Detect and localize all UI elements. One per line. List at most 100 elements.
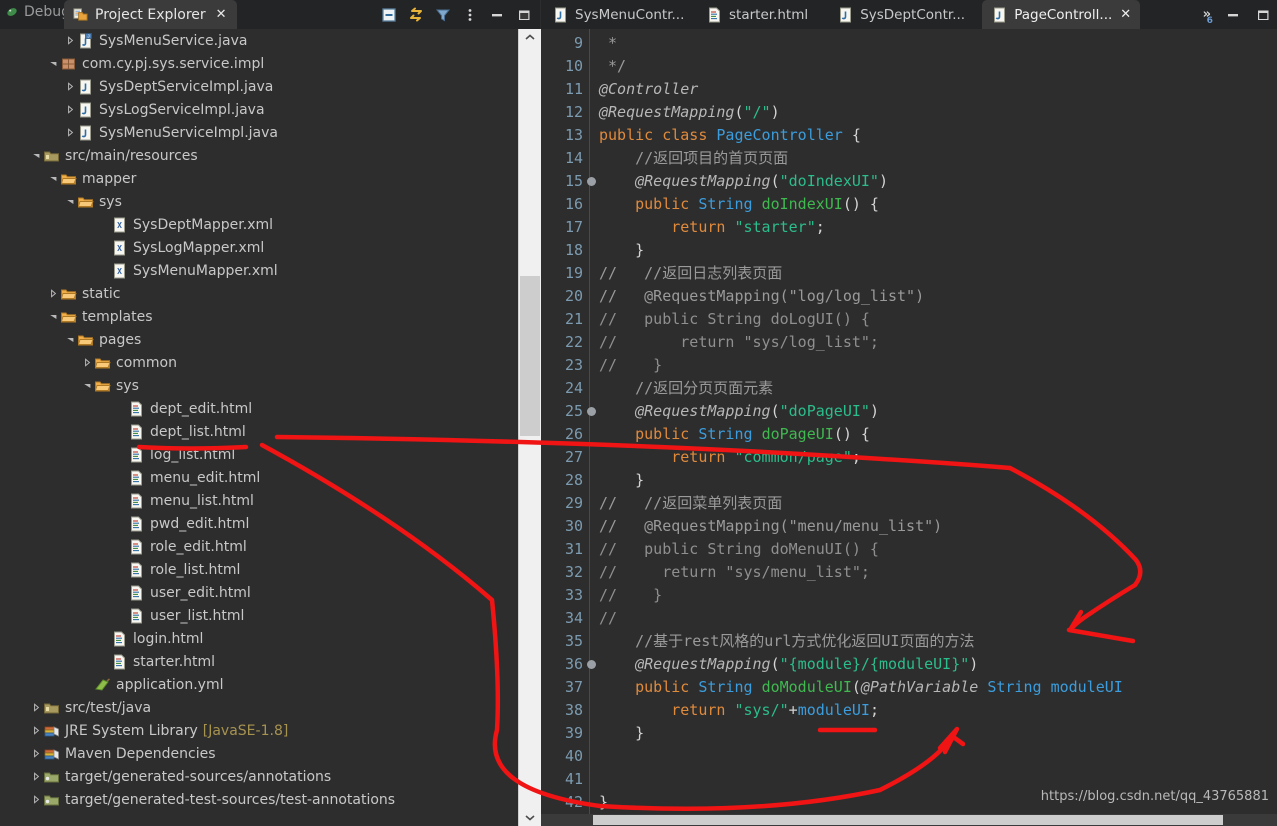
editor-tab[interactable]: PageControll... ✕	[982, 0, 1141, 29]
hscroll-thumb[interactable]	[593, 815, 1223, 825]
code-line[interactable]: }	[599, 722, 644, 745]
chevron-down-icon[interactable]	[81, 374, 93, 397]
code-line[interactable]: // public String doLogUI() {	[599, 308, 870, 331]
tree-item[interactable]: role_list.html	[0, 558, 518, 581]
tree-item[interactable]: X SysMenuMapper.xml	[0, 259, 518, 282]
tree-item[interactable]: starter.html	[0, 650, 518, 673]
code-line[interactable]: public String doPageUI() {	[599, 423, 870, 446]
tree-item[interactable]: J SysMenuService.java	[0, 29, 518, 52]
code-line[interactable]: public class PageController {	[599, 124, 861, 147]
editor-tab[interactable]: SysMenuContr...	[543, 0, 693, 29]
chevron-right-icon[interactable]	[30, 788, 42, 811]
tree-item[interactable]: log_list.html	[0, 443, 518, 466]
tree-item[interactable]: Maven Dependencies	[0, 742, 518, 765]
tree-item[interactable]: target/generated-sources/annotations	[0, 765, 518, 788]
code-line[interactable]: // return "sys/log_list";	[599, 331, 879, 354]
tree-item[interactable]: menu_list.html	[0, 489, 518, 512]
code-line[interactable]: }	[599, 469, 644, 492]
code-line[interactable]: @RequestMapping("/")	[599, 101, 780, 124]
override-marker-icon[interactable]	[587, 177, 596, 186]
chevron-right-icon[interactable]	[64, 98, 76, 121]
project-explorer-tab[interactable]: Project Explorer ✕	[64, 0, 237, 29]
maximize-icon[interactable]	[516, 7, 532, 23]
code-line[interactable]: //基于rest风格的url方式优化返回UI页面的方法	[599, 630, 974, 653]
code-line[interactable]: return "starter";	[599, 216, 825, 239]
debug-view-tab[interactable]: Debug	[6, 4, 70, 20]
chevron-down-icon[interactable]	[64, 328, 76, 351]
chevron-down-icon[interactable]	[64, 190, 76, 213]
code-line[interactable]: */	[599, 55, 626, 78]
tree-item[interactable]: common	[0, 351, 518, 374]
chevron-right-icon[interactable]	[64, 75, 76, 98]
view-menu-icon[interactable]	[462, 7, 478, 23]
code-line[interactable]: // return "sys/menu_list";	[599, 561, 870, 584]
code-line[interactable]: //返回项目的首页页面	[599, 147, 788, 170]
link-with-editor-icon[interactable]	[408, 7, 424, 23]
tree-vertical-scrollbar[interactable]	[518, 29, 541, 826]
tree-item[interactable]: JRE System Library [JavaSE-1.8]	[0, 719, 518, 742]
editor-horizontal-scrollbar[interactable]	[541, 814, 1277, 826]
tree-item[interactable]: mapper	[0, 167, 518, 190]
tree-item[interactable]: dept_list.html	[0, 420, 518, 443]
minimize-icon[interactable]	[489, 7, 505, 23]
chevron-down-icon[interactable]	[47, 305, 59, 328]
code-line[interactable]: return "common/page";	[599, 446, 861, 469]
chevron-right-icon[interactable]	[30, 696, 42, 719]
tree-item[interactable]: SysDeptServiceImpl.java	[0, 75, 518, 98]
code-line[interactable]: //	[599, 607, 617, 630]
chevron-right-icon[interactable]	[64, 121, 76, 144]
code-line[interactable]: // }	[599, 584, 662, 607]
close-icon[interactable]: ✕	[216, 7, 227, 22]
code-line[interactable]: public String doModuleUI(@PathVariable S…	[599, 676, 1123, 699]
close-icon[interactable]: ✕	[1120, 7, 1131, 22]
code-line[interactable]: return "sys/"+moduleUI;	[599, 699, 879, 722]
project-tree[interactable]: J SysMenuService.java com.cy.pj.sys.servic…	[0, 29, 518, 826]
code-line[interactable]: // //返回日志列表页面	[599, 262, 782, 285]
tree-item[interactable]: dept_edit.html	[0, 397, 518, 420]
code-line[interactable]: *	[599, 32, 617, 55]
code-line[interactable]: @RequestMapping("doIndexUI")	[599, 170, 888, 193]
tree-item[interactable]: templates	[0, 305, 518, 328]
tree-item[interactable]: pages	[0, 328, 518, 351]
code-line[interactable]: // @RequestMapping("log/log_list")	[599, 285, 924, 308]
chevron-right-icon[interactable]	[30, 719, 42, 742]
chevron-right-icon[interactable]	[64, 29, 76, 52]
tree-item[interactable]: role_edit.html	[0, 535, 518, 558]
scroll-down-icon[interactable]	[519, 809, 541, 826]
code-line[interactable]: // //返回菜单列表页面	[599, 492, 782, 515]
code-line[interactable]: // public String doMenuUI() {	[599, 538, 879, 561]
tree-item[interactable]: static	[0, 282, 518, 305]
tree-item[interactable]: login.html	[0, 627, 518, 650]
editor-tab[interactable]: starter.html	[697, 0, 817, 29]
editor-maximize-icon[interactable]	[1255, 7, 1271, 23]
code-line[interactable]: public String doIndexUI() {	[599, 193, 879, 216]
tab-overflow-chevron-icon[interactable]: » 6	[1203, 7, 1213, 26]
chevron-right-icon[interactable]	[30, 765, 42, 788]
tree-item[interactable]: application.yml	[0, 673, 518, 696]
code-line[interactable]: @RequestMapping("doPageUI")	[599, 400, 879, 423]
tree-item[interactable]: SysLogServiceImpl.java	[0, 98, 518, 121]
scroll-thumb[interactable]	[520, 276, 540, 436]
collapse-all-icon[interactable]	[381, 7, 397, 23]
chevron-right-icon[interactable]	[47, 282, 59, 305]
code-line[interactable]: // }	[599, 354, 662, 377]
scroll-up-icon[interactable]	[519, 29, 541, 46]
code-line[interactable]: // @RequestMapping("menu/menu_list")	[599, 515, 942, 538]
tree-item[interactable]: X SysLogMapper.xml	[0, 236, 518, 259]
override-marker-icon[interactable]	[587, 407, 596, 416]
editor-minimize-icon[interactable]	[1225, 7, 1241, 23]
chevron-right-icon[interactable]	[30, 742, 42, 765]
tree-item[interactable]: src/main/resources	[0, 144, 518, 167]
chevron-down-icon[interactable]	[47, 52, 59, 75]
editor-tab[interactable]: SysDeptContr...	[828, 0, 974, 29]
tree-item[interactable]: target/generated-test-sources/test-annot…	[0, 788, 518, 811]
tree-item[interactable]: user_list.html	[0, 604, 518, 627]
code-line[interactable]: //返回分页页面元素	[599, 377, 773, 400]
override-marker-icon[interactable]	[587, 660, 596, 669]
tree-item[interactable]: com.cy.pj.sys.service.impl	[0, 52, 518, 75]
code-line[interactable]: }	[599, 239, 644, 262]
tree-item[interactable]: user_edit.html	[0, 581, 518, 604]
chevron-down-icon[interactable]	[30, 144, 42, 167]
code-viewport[interactable]: 9 * 10 */11 @Controller 12 @RequestMapping("…	[541, 29, 1277, 826]
tree-item[interactable]: menu_edit.html	[0, 466, 518, 489]
